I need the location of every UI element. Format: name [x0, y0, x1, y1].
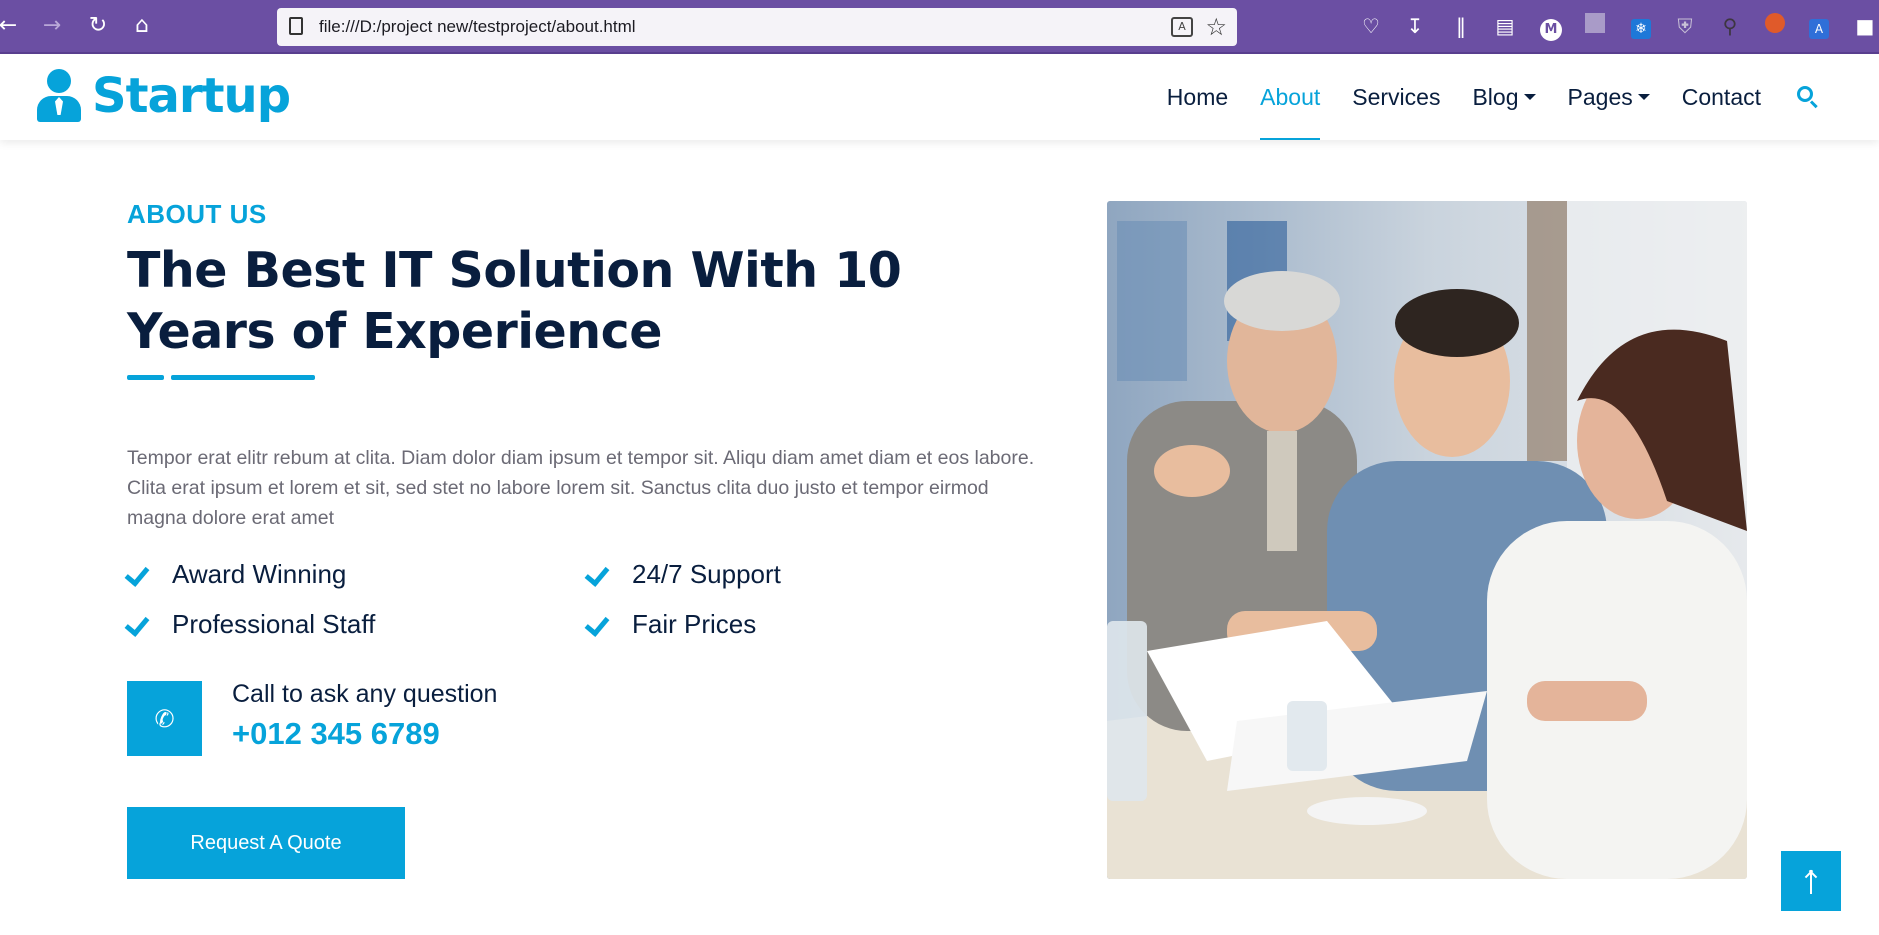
logo-text: Startup	[92, 68, 291, 124]
title-divider-short	[127, 375, 164, 380]
extension-snowflake-icon[interactable]: ❄	[1628, 13, 1654, 39]
check-icon	[587, 614, 613, 634]
reader-view-icon[interactable]: ▤	[1492, 13, 1518, 39]
check-icon	[587, 564, 613, 584]
search-icon[interactable]	[1797, 86, 1819, 109]
feature-item: Fair Prices	[587, 607, 1047, 641]
phone-number[interactable]: +012 345 6789	[232, 716, 440, 752]
user-tie-icon	[36, 69, 82, 123]
library-icon[interactable]: ‖	[1448, 13, 1474, 39]
extension-flame-icon[interactable]	[1762, 13, 1788, 39]
title-divider-long	[171, 375, 315, 380]
nav-pages-label: Pages	[1567, 84, 1633, 110]
nav-contact[interactable]: Contact	[1682, 54, 1761, 140]
address-bar[interactable]: file:///D:/project new/testproject/about…	[277, 8, 1237, 46]
feature-item: Professional Staff	[127, 607, 587, 641]
about-paragraph: Tempor erat elitr rebum at clita. Diam d…	[127, 447, 1035, 529]
page-title: The Best IT Solution With 10 Years of Ex…	[127, 242, 902, 360]
caret-down-icon	[1637, 94, 1650, 100]
profile-icon[interactable]: M	[1538, 13, 1564, 41]
feature-label: Fair Prices	[632, 608, 757, 639]
nav-services[interactable]: Services	[1352, 54, 1440, 140]
pocket-icon[interactable]: ♡	[1358, 13, 1384, 39]
back-arrow-icon[interactable]: ←	[0, 12, 22, 40]
check-icon	[127, 614, 153, 634]
translate-icon[interactable]: A	[1171, 17, 1193, 37]
download-icon[interactable]: ↧	[1402, 13, 1428, 39]
section-tag: ABOUT US	[127, 199, 267, 229]
key-icon[interactable]: ⚲	[1717, 13, 1743, 39]
main-nav: Home About Services Blog Pages Contact	[1135, 54, 1819, 140]
translate-extension-icon[interactable]: A	[1806, 13, 1832, 39]
back-to-top-button[interactable]	[1781, 851, 1841, 911]
home-icon[interactable]: ⌂	[128, 12, 156, 40]
site-header: Startup Home About Services Blog Pages C…	[0, 54, 1879, 140]
nav-blog[interactable]: Blog	[1472, 54, 1536, 140]
bookmark-star-icon[interactable]: ☆	[1205, 13, 1227, 41]
feature-item: Award Winning	[127, 557, 587, 591]
extension-square-icon[interactable]	[1582, 13, 1608, 39]
nav-home[interactable]: Home	[1167, 54, 1228, 140]
nav-about[interactable]: About	[1260, 54, 1321, 140]
phone-icon-box: ✆	[127, 681, 202, 756]
caret-down-icon	[1523, 94, 1536, 100]
logo[interactable]: Startup	[36, 66, 291, 126]
check-icon	[127, 564, 153, 584]
browser-toolbar: ← → ↻ ⌂ file:///D:/project new/testproje…	[0, 0, 1879, 54]
page-icon	[289, 17, 303, 35]
url-text[interactable]: file:///D:/project new/testproject/about…	[319, 17, 636, 37]
phone-icon: ✆	[154, 704, 175, 733]
nav-pages[interactable]: Pages	[1568, 54, 1650, 140]
feature-list: Award Winning 24/7 Support Professional …	[127, 557, 1047, 641]
overflow-icon[interactable]: ■	[1852, 13, 1878, 39]
feature-label: 24/7 Support	[632, 558, 781, 589]
reload-icon[interactable]: ↻	[84, 12, 112, 40]
meeting-photo	[1107, 201, 1747, 879]
arrow-up-icon	[1801, 868, 1821, 894]
call-label: Call to ask any question	[232, 680, 498, 708]
feature-label: Professional Staff	[172, 608, 376, 639]
shield-icon[interactable]: ⛨	[1672, 13, 1698, 39]
feature-item: 24/7 Support	[587, 557, 1047, 591]
request-quote-button[interactable]: Request A Quote	[127, 807, 405, 879]
nav-blog-label: Blog	[1472, 84, 1519, 110]
feature-label: Award Winning	[172, 558, 347, 589]
forward-arrow-icon[interactable]: →	[38, 12, 66, 40]
